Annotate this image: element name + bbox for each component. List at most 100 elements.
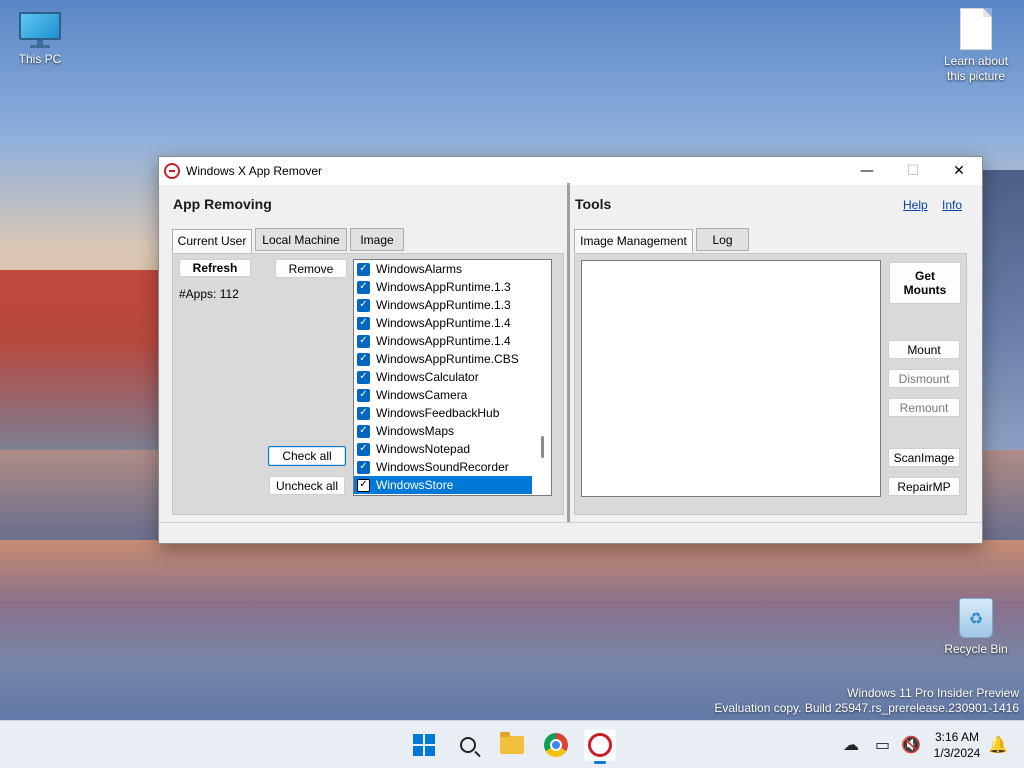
list-item[interactable]: ✓ WindowsAlarms xyxy=(354,260,532,278)
checkbox[interactable]: ✓ xyxy=(357,262,370,276)
minimize-button[interactable]: — xyxy=(844,157,890,185)
help-link[interactable]: Help xyxy=(903,198,928,212)
file-explorer-button[interactable] xyxy=(496,729,528,761)
list-item[interactable]: ✓ WindowsAppRuntime.1.3 xyxy=(354,278,532,296)
check-all-button[interactable]: Check all xyxy=(268,446,346,466)
apps-checklist[interactable]: ✓ WindowsAlarms ✓ WindowsAppRuntime.1.3 ✓ Win… xyxy=(353,259,552,496)
checkbox[interactable]: ✓ xyxy=(357,460,370,474)
windows-logo-icon xyxy=(413,734,435,756)
image-management-panel: Get Mounts Mount Dismount Remount ScanIm… xyxy=(574,253,967,515)
close-button[interactable]: ✕ xyxy=(936,157,982,185)
clock-time: 3:16 AM xyxy=(934,730,980,744)
desktop-icon-label: This PC xyxy=(18,52,62,66)
checkbox[interactable]: ✓ xyxy=(357,316,370,330)
list-item[interactable]: ✓ WindowsAppRuntime.1.4 xyxy=(354,314,532,332)
network-icon[interactable]: ▭ xyxy=(875,735,890,754)
start-button[interactable] xyxy=(408,729,440,761)
chrome-button[interactable] xyxy=(540,729,572,761)
search-button[interactable] xyxy=(452,729,484,761)
checkbox[interactable]: ✓ xyxy=(357,442,370,456)
tab-local-machine[interactable]: Local Machine xyxy=(255,228,347,251)
search-icon xyxy=(460,737,476,753)
info-link[interactable]: Info xyxy=(942,198,962,212)
checkbox[interactable]: ✓ xyxy=(357,370,370,384)
list-item[interactable]: ✓ WindowsFeedbackHub xyxy=(354,404,532,422)
list-item-label: WindowsAppRuntime.1.3 xyxy=(376,280,511,294)
checkbox[interactable]: ✓ xyxy=(357,334,370,348)
checkbox[interactable]: ✓ xyxy=(357,424,370,438)
pane-splitter[interactable] xyxy=(567,183,570,523)
checkbox[interactable]: ✓ xyxy=(357,280,370,294)
list-item-label: WindowsCamera xyxy=(376,388,468,402)
list-item-label: WindowsAppRuntime.1.3 xyxy=(376,298,511,312)
dismount-button[interactable]: Dismount xyxy=(888,369,960,388)
remount-button[interactable]: Remount xyxy=(888,398,960,417)
list-item[interactable]: ✓ WindowsAppRuntime.1.3 xyxy=(354,296,532,314)
remove-button[interactable]: Remove xyxy=(275,259,347,278)
repairmp-button[interactable]: RepairMP xyxy=(888,477,960,496)
checkbox[interactable]: ✓ xyxy=(357,352,370,366)
wallpaper-houses xyxy=(0,270,160,450)
notification-bell-icon[interactable]: 🔔 xyxy=(988,735,1008,754)
desktop-icon-learn-about-picture[interactable]: Learn about this picture xyxy=(934,8,1018,84)
app-logo-icon xyxy=(164,163,180,179)
mounts-listbox[interactable] xyxy=(581,260,881,497)
app-remover-taskbar-button[interactable] xyxy=(584,729,616,764)
apps-count-label: #Apps: 112 xyxy=(179,287,239,301)
list-item[interactable]: ✓ WindowsNotepad xyxy=(354,440,532,458)
wallpaper-building xyxy=(979,170,1024,450)
list-item-label: WindowsNotepad xyxy=(376,442,471,456)
desktop-icon-this-pc[interactable]: This PC xyxy=(0,12,80,66)
checkbox[interactable]: ✓ xyxy=(357,406,370,420)
list-item-label: WindowsAppRuntime.1.4 xyxy=(376,334,511,348)
desktop-icon-label: Recycle Bin xyxy=(944,642,1008,656)
list-item-label: WindowsSoundRecorder xyxy=(376,460,509,474)
list-item[interactable]: ✓ WindowsCalculator xyxy=(354,368,532,386)
list-item[interactable]: ✓ WindowsMaps xyxy=(354,422,532,440)
tab-current-user[interactable]: Current User xyxy=(172,229,252,253)
taskbar-clock[interactable]: 3:16 AM 1/3/2024 xyxy=(925,729,989,761)
list-item-label: WindowsAppRuntime.1.4 xyxy=(376,316,511,330)
recycle-bin-icon: ♻ xyxy=(959,598,993,638)
windows-watermark: Windows 11 Pro Insider Preview Evaluatio… xyxy=(714,686,1019,716)
app-logo-icon xyxy=(588,733,612,757)
list-item-label: WindowsCalculator xyxy=(376,370,479,384)
desktop-icon-label: Learn about this picture xyxy=(943,54,1009,83)
checkbox[interactable]: ✓ xyxy=(357,388,370,402)
app-window: Windows X App Remover — ☐ ✕ App Removing… xyxy=(158,156,983,544)
window-title: Windows X App Remover xyxy=(186,164,323,178)
taskbar: ☁ ▭ 🔇 3:16 AM 1/3/2024 🔔 xyxy=(0,720,1024,768)
tab-log[interactable]: Log xyxy=(696,228,749,251)
tools-title: Tools xyxy=(575,196,612,212)
app-removing-panel: Refresh Remove #Apps: 112 Check all Unch… xyxy=(172,253,564,515)
list-scrollbar-thumb[interactable] xyxy=(541,436,544,458)
app-removing-title: App Removing xyxy=(173,196,272,212)
list-item-label: WindowsAppRuntime.CBS xyxy=(376,352,519,366)
checkbox[interactable]: ✓ xyxy=(357,478,370,492)
watermark-line-2: Evaluation copy. Build 25947.rs_prerelea… xyxy=(714,701,1019,715)
desktop-icon-recycle-bin[interactable]: ♻ Recycle Bin xyxy=(934,598,1018,656)
checkbox[interactable]: ✓ xyxy=(357,298,370,312)
list-item-label: WindowsStore xyxy=(376,478,454,492)
refresh-button[interactable]: Refresh xyxy=(179,259,251,277)
tab-image[interactable]: Image xyxy=(350,228,404,251)
list-item[interactable]: ✓ WindowsCamera xyxy=(354,386,532,404)
uncheck-all-button[interactable]: Uncheck all xyxy=(269,476,345,495)
scanimage-button[interactable]: ScanImage xyxy=(888,448,960,467)
maximize-button[interactable]: ☐ xyxy=(890,157,936,185)
volume-muted-icon[interactable]: 🔇 xyxy=(901,735,921,754)
list-item[interactable]: ✓ WindowsStore xyxy=(354,476,532,494)
list-item[interactable]: ✓ WindowsAppRuntime.CBS xyxy=(354,350,532,368)
document-icon xyxy=(960,8,992,50)
get-mounts-button[interactable]: Get Mounts xyxy=(889,262,961,304)
mount-button[interactable]: Mount xyxy=(888,340,960,359)
tab-image-management[interactable]: Image Management xyxy=(574,229,693,253)
watermark-line-1: Windows 11 Pro Insider Preview xyxy=(847,686,1019,700)
title-bar[interactable]: Windows X App Remover — ☐ ✕ xyxy=(159,157,982,185)
list-item[interactable]: ✓ WindowsSoundRecorder xyxy=(354,458,532,476)
folder-icon xyxy=(500,732,524,754)
chrome-icon xyxy=(544,733,568,757)
apps-list-body: ✓ WindowsAlarms ✓ WindowsAppRuntime.1.3 ✓ Win… xyxy=(354,260,551,494)
cloud-offline-icon[interactable]: ☁ xyxy=(843,735,859,754)
list-item[interactable]: ✓ WindowsAppRuntime.1.4 xyxy=(354,332,532,350)
